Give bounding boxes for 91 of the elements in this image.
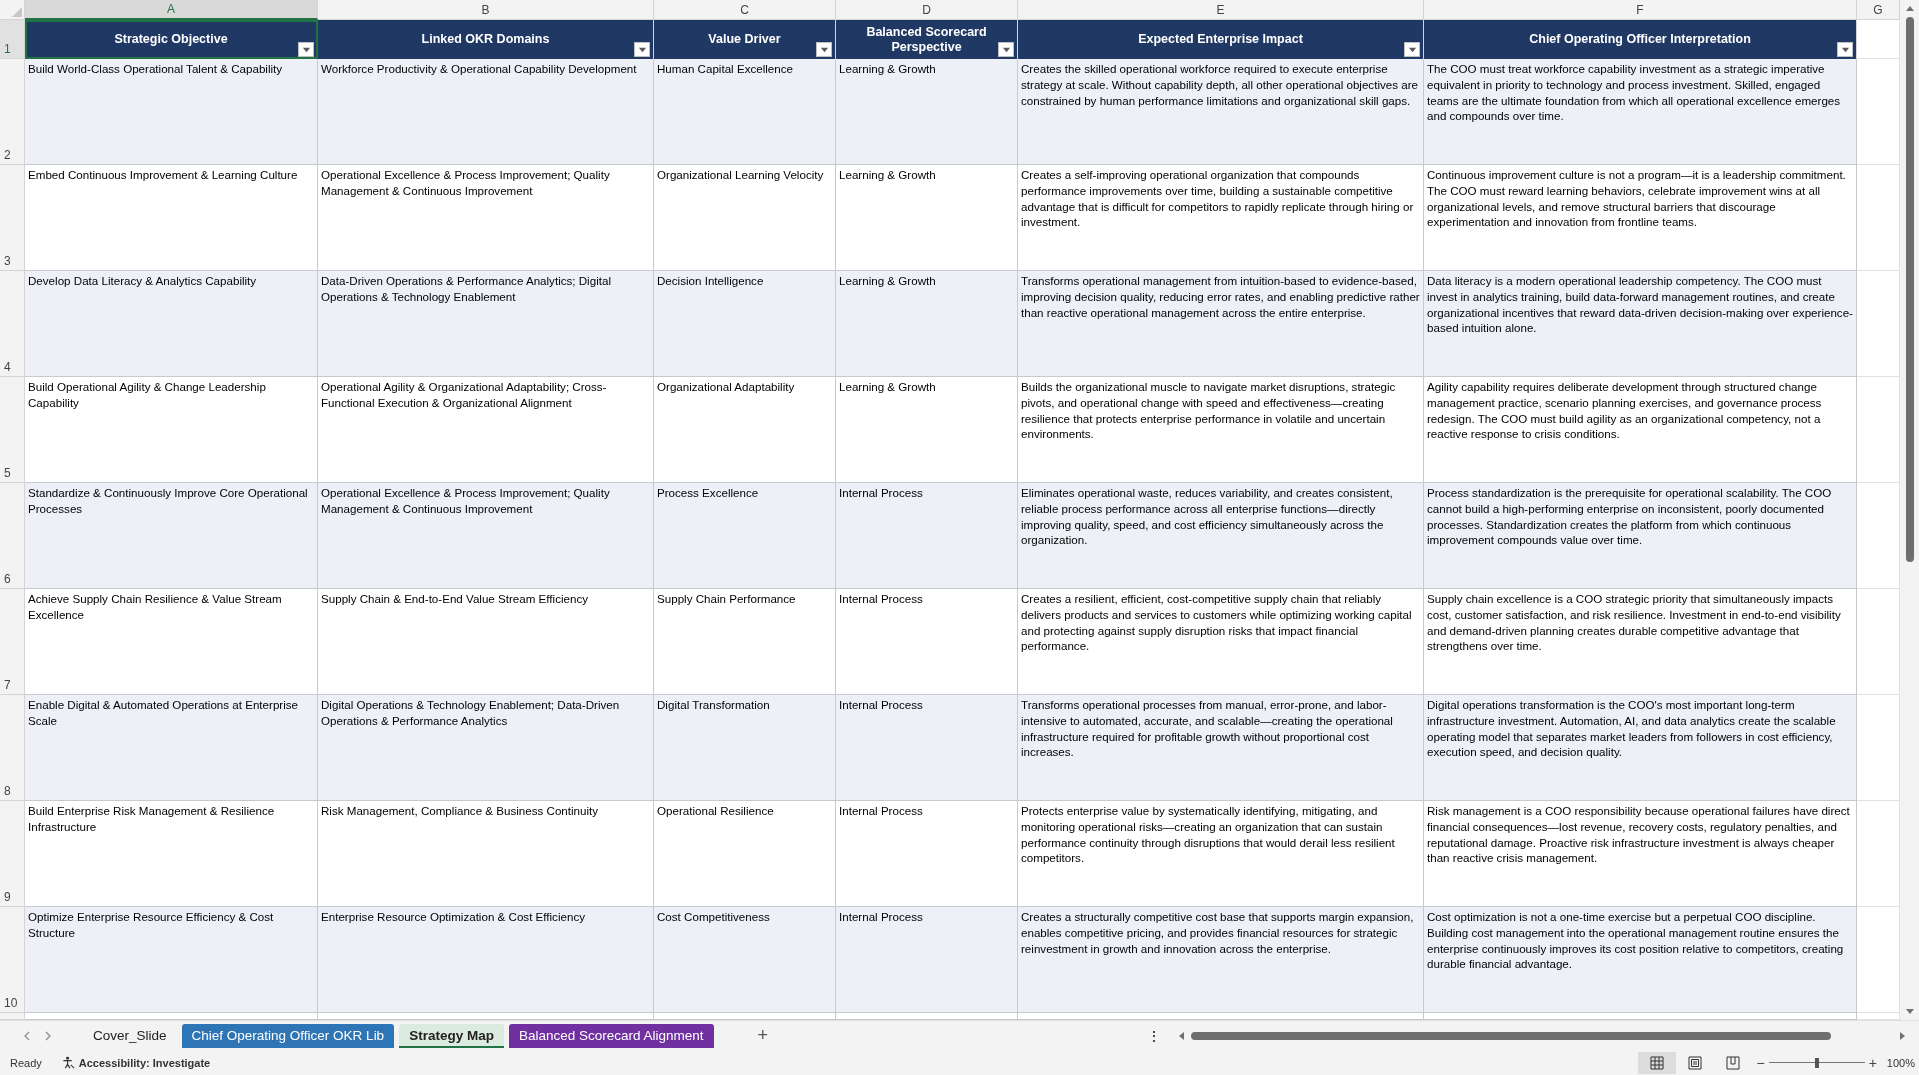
- accessibility-button[interactable]: Accessibility: Investigate: [55, 1055, 217, 1070]
- table-cell: Eliminates operational waste, reduces variability, and creates consistent, reliable process performance across all enterprise functions—directly improving quality, speed, and cost efficiency simultaneously across the organization.: [1018, 483, 1424, 589]
- table-cell: Digital Operations & Technology Enablement; Data-Driven Operations & Performance Analytics: [318, 695, 654, 801]
- table-cell: Standardize & Continuously Improve Core Operational Processes: [25, 483, 318, 589]
- next-sheet-icon[interactable]: [43, 1030, 53, 1041]
- dropdown-triangle-icon: [1001, 45, 1011, 54]
- sheet-tab[interactable]: Chief Operating Officer OKR Lib: [181, 1023, 395, 1048]
- table-cell: Learning & Growth: [836, 59, 1018, 165]
- zoom-level: 100%: [1886, 1056, 1915, 1069]
- table-cell: Enterprise Resource Optimization & Cost Efficiency: [318, 907, 654, 1013]
- dropdown-triangle-icon: [637, 45, 647, 54]
- normal-view-button[interactable]: [1638, 1051, 1677, 1074]
- header-text: Chief Operating Officer Interpretation: [1529, 32, 1751, 47]
- header-text: Expected Enterprise Impact: [1138, 32, 1303, 47]
- header-text: Strategic Objective: [114, 32, 228, 47]
- sheet-tab[interactable]: Cover_Slide: [83, 1023, 177, 1048]
- add-sheet-button[interactable]: +: [751, 1024, 775, 1047]
- row-number[interactable]: 4: [0, 271, 25, 377]
- table-cell: Digital Transformation: [654, 695, 836, 801]
- table-cell: Enable Digital & Automated Operations at Enterprise Scale: [25, 695, 318, 801]
- filter-button[interactable]: [998, 42, 1014, 57]
- table-cell: Creates the skilled operational workforce required to execute enterprise strategy at scale. Without capability depth, all other operational objectives are constrained by human performance limitations and organizational skill gaps.: [1018, 59, 1424, 165]
- column-heading[interactable]: C: [654, 0, 836, 20]
- column-heading[interactable]: A: [25, 0, 318, 20]
- column-heading[interactable]: D: [836, 0, 1018, 20]
- row-number[interactable]: 10: [0, 907, 25, 1013]
- table-cell: Cost optimization is not a one-time exercise but a perpetual COO discipline. Building cost management into the operational management routine ensures the enterprise continuously improves its cost position relative to competitors, creating durable financial advantage.: [1424, 907, 1857, 1013]
- row-number[interactable]: 2: [0, 59, 25, 165]
- row-number[interactable]: 7: [0, 589, 25, 695]
- filter-button[interactable]: [1404, 42, 1420, 57]
- status-text: Ready: [10, 1056, 42, 1069]
- table-cell: Process standardization is the prerequisite for operational scalability. The COO cannot build a high-performing enterprise on inconsistent, poorly documented processes. Standardization creates the platform from which continuous improvement compounds value over time.: [1424, 483, 1857, 589]
- filter-button[interactable]: [816, 42, 832, 57]
- zoom-out-button[interactable]: −: [1752, 1054, 1769, 1071]
- table-cell: Data literacy is a modern operational leadership competency. The COO must invest in analytics training, build data-forward management routines, and create organizational incentives that reward data-driven decision-making over experience-based intuition alone.: [1424, 271, 1857, 377]
- table-cell: Digital operations transformation is the COO's most important long-term infrastructure investment. Automation, AI, and data analytics create the scalable operating model that separates market leaders from followers in cost efficiency, execution speed, and decision quality.: [1424, 695, 1857, 801]
- grid-icon: [1650, 1055, 1665, 1070]
- scrollbar-thumb[interactable]: [1905, 17, 1914, 562]
- column-heading[interactable]: E: [1018, 0, 1424, 20]
- table-cell: Transforms operational management from intuition-based to evidence-based, improving decision quality, reducing error rates, and enabling predictive rather than reactive operational management across the entire enterprise.: [1018, 271, 1424, 377]
- filter-button[interactable]: [1837, 42, 1853, 57]
- table-cell: Internal Process: [836, 695, 1018, 801]
- dropdown-triangle-icon: [1407, 45, 1417, 54]
- sheet-tab[interactable]: Balanced Scorecard Alignment: [508, 1023, 714, 1048]
- row-number[interactable]: 6: [0, 483, 25, 589]
- scroll-left-icon[interactable]: [1177, 1030, 1187, 1041]
- table-cell: Build World-Class Operational Talent & Capability: [25, 59, 318, 165]
- previous-sheet-icon[interactable]: [22, 1030, 32, 1041]
- dropdown-triangle-icon: [1840, 45, 1850, 54]
- table-cell: Process Excellence: [654, 483, 836, 589]
- table-cell: Human Capital Excellence: [654, 59, 836, 165]
- scroll-up-icon[interactable]: [1904, 4, 1915, 14]
- zoom-in-button[interactable]: +: [1864, 1054, 1881, 1071]
- table-cell: The COO must treat workforce capability investment as a strategic imperative equivalent in priority to technology and process investment. Skilled, engaged teams are the ultimate foundation from which all operational excellence emerges and compounds over time.: [1424, 59, 1857, 165]
- column-heading[interactable]: B: [318, 0, 654, 20]
- zoom-slider[interactable]: [1768, 1055, 1865, 1070]
- table-cell: Transforms operational processes from manual, error-prone, and labor-intensive to automated, accurate, and scalable—creating the operational infrastructure required for profitable growth without proportional cost increases.: [1018, 695, 1424, 801]
- page-break-icon: [1726, 1055, 1741, 1070]
- table-cell: Cost Competitiveness: [654, 907, 836, 1013]
- row-number[interactable]: 3: [0, 165, 25, 271]
- dropdown-triangle-icon: [301, 45, 311, 54]
- more-button[interactable]: ⋮: [1141, 1026, 1167, 1045]
- table-cell: Decision Intelligence: [654, 271, 836, 377]
- column-heading[interactable]: G: [1857, 0, 1900, 20]
- header-text: Value Driver: [708, 32, 781, 47]
- dropdown-triangle-icon: [819, 45, 829, 54]
- person-icon: [61, 1056, 75, 1069]
- table-cell: Internal Process: [836, 483, 1018, 589]
- page-icon: [1688, 1055, 1703, 1070]
- table-cell: Develop Data Literacy & Analytics Capability: [25, 271, 318, 377]
- column-heading[interactable]: F: [1424, 0, 1857, 20]
- sheet-tab[interactable]: Strategy Map: [399, 1023, 504, 1048]
- scroll-right-icon[interactable]: [1897, 1030, 1907, 1041]
- table-cell: Operational Excellence & Process Improvement; Quality Management & Continuous Improvement: [318, 483, 654, 589]
- table-cell: Learning & Growth: [836, 271, 1018, 377]
- row-number[interactable]: 8: [0, 695, 25, 801]
- scrollbar-thumb[interactable]: [1191, 1031, 1831, 1040]
- table-cell: Internal Process: [836, 907, 1018, 1013]
- filter-button[interactable]: [298, 42, 314, 57]
- row-number[interactable]: 9: [0, 801, 25, 907]
- row-number[interactable]: 5: [0, 377, 25, 483]
- filter-button[interactable]: [634, 42, 650, 57]
- table-cell: Data-Driven Operations & Performance Analytics; Digital Operations & Technology Enablement: [318, 271, 654, 377]
- table-cell: Creates a structurally competitive cost base that supports margin expansion, enables competitive pricing, and provides financial resources for strategic reinvestment in growth and innovation across the enterprise.: [1018, 907, 1424, 1013]
- scroll-down-icon[interactable]: [1904, 1006, 1915, 1016]
- slider-thumb[interactable]: [1814, 1057, 1819, 1068]
- row-number[interactable]: 1: [0, 20, 25, 59]
- table-cell: Optimize Enterprise Resource Efficiency & Cost Structure: [25, 907, 318, 1013]
- table-cell: Workforce Productivity & Operational Capability Development: [318, 59, 654, 165]
- header-text: Balanced Scorecard Perspective: [865, 24, 988, 55]
- header-text: Linked OKR Domains: [421, 32, 550, 47]
